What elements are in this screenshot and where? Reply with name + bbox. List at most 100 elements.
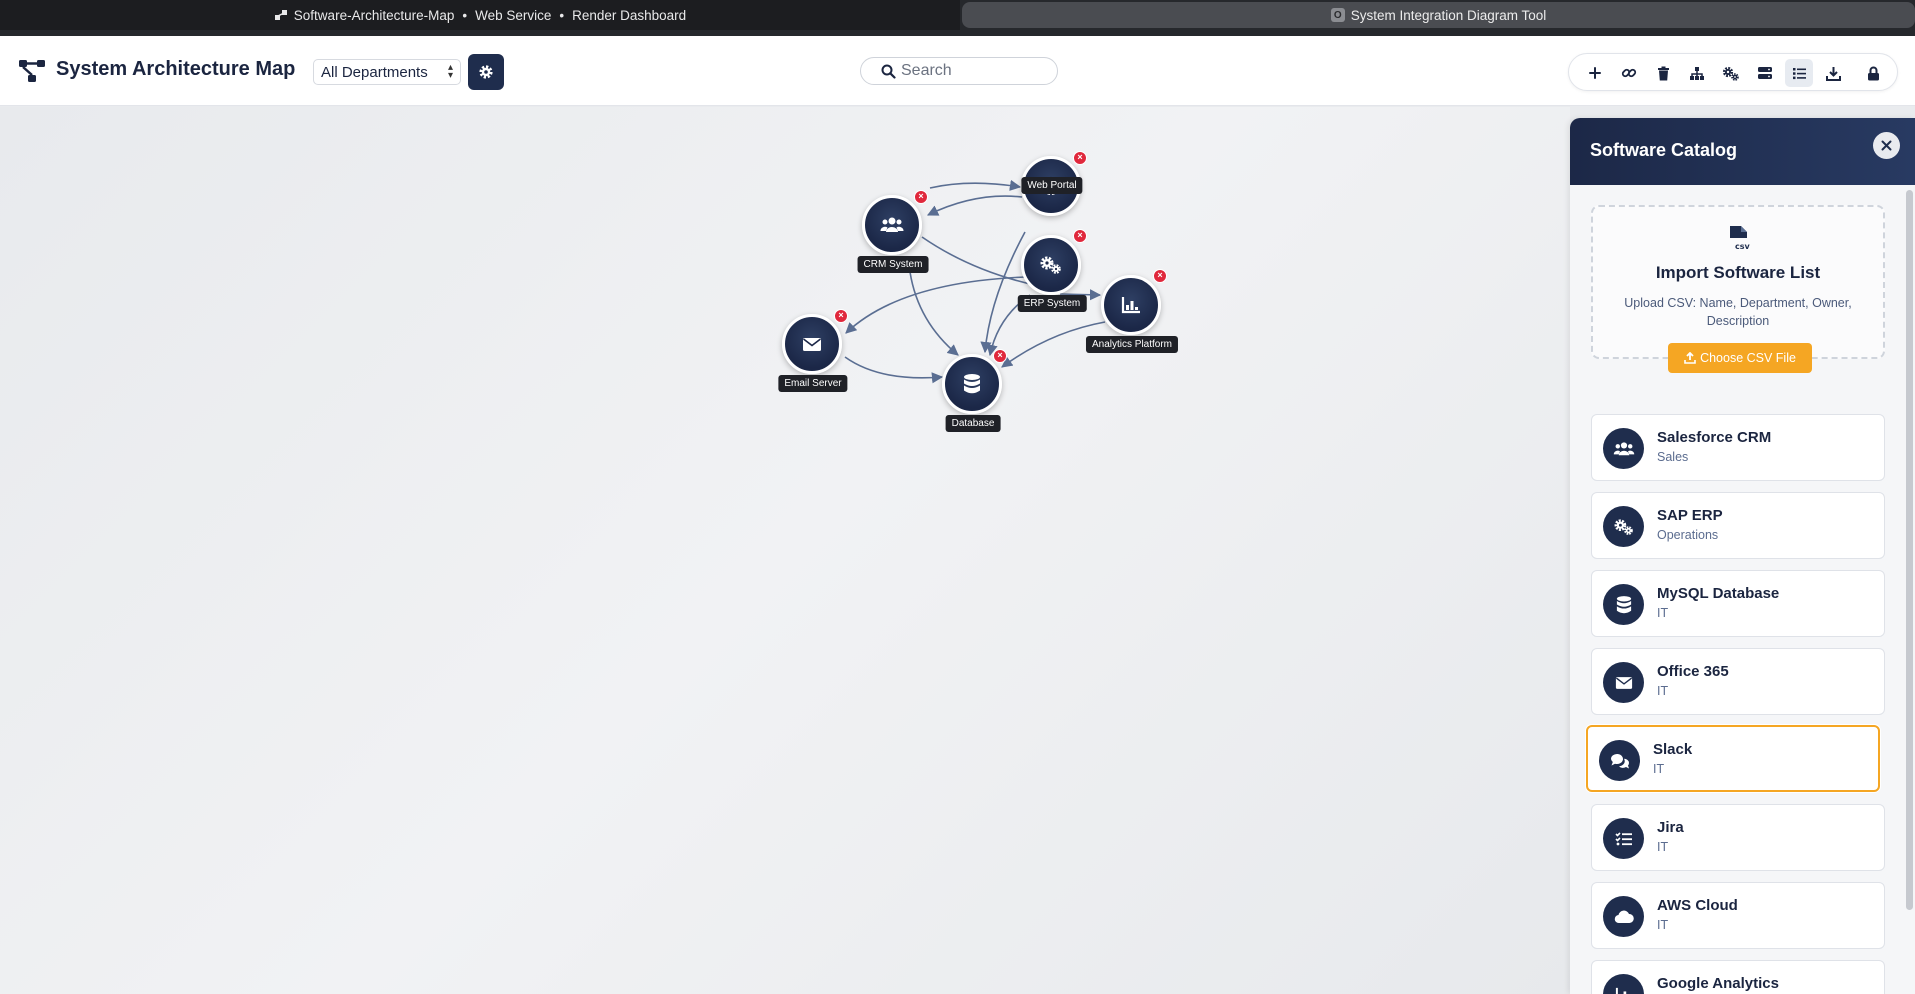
tab-favicon-icon: O xyxy=(1330,8,1345,22)
browser-tab-inactive[interactable]: O System Integration Diagram Tool xyxy=(962,2,1915,28)
delete-button[interactable] xyxy=(1649,59,1677,87)
envelope-icon xyxy=(803,337,821,351)
gears-icon xyxy=(1722,66,1739,81)
choose-csv-label: Choose CSV File xyxy=(1700,351,1796,365)
catalog-item-department: IT xyxy=(1657,606,1669,620)
catalog-item-slack[interactable]: Slack IT xyxy=(1586,725,1880,792)
node-erp-system[interactable] xyxy=(1021,235,1081,295)
layout-button[interactable] xyxy=(1683,59,1711,87)
node-label: Analytics Platform xyxy=(1085,336,1179,353)
catalog-item-name: Office 365 xyxy=(1657,663,1729,680)
comments-icon xyxy=(1599,740,1640,781)
app-header: System Architecture Map All Departments … xyxy=(0,36,1915,106)
gears-icon xyxy=(1040,256,1061,274)
tab-title: System Integration Diagram Tool xyxy=(1350,7,1547,23)
catalog-item-name: Slack xyxy=(1653,741,1693,758)
search-input[interactable] xyxy=(901,62,1041,80)
node-label: Web Portal xyxy=(1021,177,1083,194)
catalog-item-google-analytics[interactable]: Google Analytics xyxy=(1591,960,1885,994)
close-panel-button[interactable] xyxy=(1873,132,1900,159)
gear-icon xyxy=(479,65,493,79)
node-email-server[interactable] xyxy=(782,314,842,374)
lock-button[interactable] xyxy=(1859,59,1887,87)
edge-email-db xyxy=(844,356,944,384)
browser-tab-active[interactable]: Software-Architecture-Map • Web Service … xyxy=(0,0,960,30)
catalog-item-name: SAP ERP xyxy=(1657,507,1723,524)
settings-button[interactable] xyxy=(468,54,504,90)
export-button[interactable] xyxy=(1819,59,1847,87)
node-delete-button[interactable]: × xyxy=(1073,229,1087,243)
tab-title-part2: Web Service xyxy=(475,7,552,23)
department-select[interactable]: All Departments ▴ ▾ xyxy=(313,59,461,85)
browser-tab-bar: Software-Architecture-Map • Web Service … xyxy=(0,0,1915,36)
catalog-item-name: Google Analytics xyxy=(1657,975,1779,992)
csv-import-dropzone[interactable]: csv Import Software List Upload CSV: Nam… xyxy=(1591,205,1885,373)
envelope-icon xyxy=(1603,662,1644,703)
catalog-item-department: IT xyxy=(1657,840,1669,854)
catalog-item-aws-cloud[interactable]: AWS Cloud IT xyxy=(1591,882,1885,949)
cloud-icon xyxy=(1603,896,1644,937)
gears-icon xyxy=(1603,506,1644,547)
graph-favicon-icon xyxy=(274,8,288,22)
panel-scrollbar[interactable] xyxy=(1906,190,1913,910)
csv-file-icon: csv xyxy=(1730,226,1751,251)
connect-button[interactable] xyxy=(1615,59,1643,87)
catalog-item-name: MySQL Database xyxy=(1657,585,1780,602)
search-box[interactable] xyxy=(860,57,1058,85)
diagram-canvas[interactable]: × Web Portal × CRM System × ERP System ×… xyxy=(0,107,1570,994)
catalog-item-salesforce-crm[interactable]: Salesforce CRM Sales xyxy=(1591,414,1885,481)
chart-icon xyxy=(1121,297,1140,314)
sitemap-icon xyxy=(1690,66,1704,80)
catalog-item-department: IT xyxy=(1657,918,1669,932)
tab-title: Software-Architecture-Map xyxy=(293,7,455,23)
edge-crm-web xyxy=(929,179,1022,191)
catalog-item-jira[interactable]: Jira IT xyxy=(1591,804,1885,871)
add-node-button[interactable] xyxy=(1581,59,1609,87)
catalog-item-name: AWS Cloud xyxy=(1657,897,1738,914)
software-catalog-panel: Software Catalog csv Import Software Lis… xyxy=(1570,118,1915,994)
list-icon xyxy=(1792,67,1806,79)
node-delete-button[interactable]: × xyxy=(834,309,848,323)
import-title: Import Software List xyxy=(1655,263,1821,282)
node-delete-button[interactable]: × xyxy=(993,349,1007,363)
chart-icon xyxy=(1603,974,1644,994)
choose-csv-button[interactable]: Choose CSV File xyxy=(1668,343,1812,373)
node-delete-button[interactable]: × xyxy=(1073,151,1087,165)
panel-header: Software Catalog xyxy=(1570,118,1915,185)
catalog-item-department: IT xyxy=(1653,762,1665,776)
plus-icon xyxy=(1589,67,1601,79)
node-delete-button[interactable]: × xyxy=(914,190,928,204)
catalog-item-department: IT xyxy=(1657,684,1669,698)
node-delete-button[interactable]: × xyxy=(1153,269,1167,283)
tab-title-part3: Render Dashboard xyxy=(572,7,687,23)
node-database[interactable] xyxy=(942,354,1002,414)
tasks-icon xyxy=(1603,818,1644,859)
svg-text:csv: csv xyxy=(1735,242,1751,251)
database-icon xyxy=(964,374,980,394)
tab-separator: • xyxy=(462,7,468,23)
node-crm-system[interactable] xyxy=(862,195,922,255)
catalog-toggle-button[interactable] xyxy=(1785,59,1813,87)
department-select-value: All Departments xyxy=(321,63,428,81)
link-icon xyxy=(1621,68,1637,78)
toolbar xyxy=(1568,53,1898,91)
catalog-item-name: Salesforce CRM xyxy=(1657,429,1772,446)
node-analytics-platform[interactable] xyxy=(1101,275,1161,335)
users-icon xyxy=(880,217,904,232)
catalog-item-office-365[interactable]: Office 365 IT xyxy=(1591,648,1885,715)
servers-button[interactable] xyxy=(1751,59,1779,87)
close-icon xyxy=(1881,140,1892,151)
config-button[interactable] xyxy=(1717,59,1745,87)
panel-title: Software Catalog xyxy=(1590,140,1738,160)
edge-web-db xyxy=(980,231,1026,354)
import-description: Upload CSV: Name, Department, Owner, Des… xyxy=(1624,296,1852,328)
upload-icon xyxy=(1684,352,1696,364)
catalog-item-sap-erp[interactable]: SAP ERP Operations xyxy=(1591,492,1885,559)
download-icon xyxy=(1825,66,1841,81)
database-icon xyxy=(1603,584,1644,625)
lock-icon xyxy=(1867,66,1879,80)
catalog-item-mysql-database[interactable]: MySQL Database IT xyxy=(1591,570,1885,637)
project-diagram-icon xyxy=(19,60,45,82)
connection-layer xyxy=(844,179,1106,384)
search-icon xyxy=(881,64,896,79)
